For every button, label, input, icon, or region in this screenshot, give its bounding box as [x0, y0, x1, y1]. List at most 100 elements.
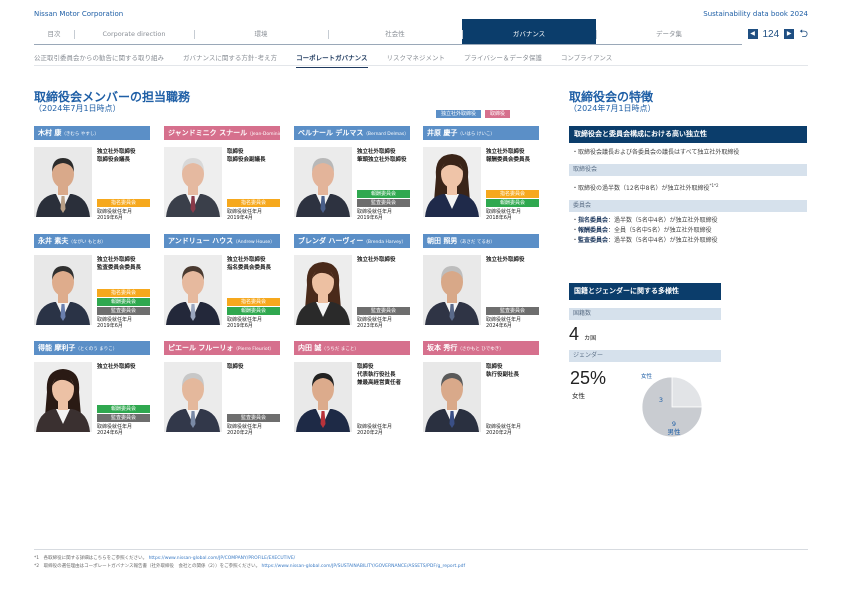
committee-badges: 報酬委員会 監査委員会: [357, 190, 410, 208]
brand-name[interactable]: Nissan Motor Corporation: [34, 10, 123, 18]
independence-section: 取締役会と委員会構成における高い独立性 ・取締役会議長および各委員会の議長はすべ…: [569, 126, 807, 246]
committee-badges: 監査委員会: [486, 307, 539, 316]
committee-badge: 監査委員会: [97, 414, 150, 422]
member-name-bar: 内田 誠（うちだ まこと）: [294, 341, 410, 355]
member-card[interactable]: ジャンドミニク スナール（Jean-Dominique Senard） 取締役取締…: [164, 126, 280, 222]
member-role: 代表執行役社長: [357, 372, 396, 378]
member-name-bar: ジャンドミニク スナール（Jean-Dominique Senard）: [164, 126, 280, 140]
member-photo: [423, 255, 481, 325]
main-tab[interactable]: Corporate direction: [74, 23, 194, 44]
committee-desc: ：過半数（5名中4名）が独立社外取締役: [608, 237, 718, 244]
sub-nav-divider: [34, 65, 808, 66]
committee-badges: 指名委員会: [97, 199, 150, 208]
footnote-text: *2 取締役の選任理由はコーポレートガバナンス報告書（社外取締役 会社との関係（…: [34, 564, 261, 569]
member-role: 独立社外取締役: [486, 257, 525, 263]
member-role: 兼最高経営責任者: [357, 380, 402, 386]
portrait-photo: [423, 362, 481, 432]
main-tab[interactable]: データ集: [596, 23, 742, 44]
member-roles: 独立社外取締役 筆頭独立社外取締役: [357, 148, 407, 164]
member-name-reading: （うちだ まこと）: [321, 347, 359, 352]
member-name: 坂本 秀行: [427, 344, 458, 352]
member-card[interactable]: 内田 誠（うちだ まこと） 取締役 代表執行役社長 兼最高経営責任者 取締役就任年月 20…: [294, 341, 410, 437]
appointment-date: 取締役就任年月 2019年6月: [357, 209, 392, 221]
member-photo: [34, 147, 92, 217]
committee-badge: 監査委員会: [97, 307, 150, 315]
portrait-photo: [34, 147, 92, 217]
committee-badges: 指名委員会 報酬委員会: [486, 190, 539, 208]
member-name-reading: （さかもと ひでゆき）: [457, 347, 504, 352]
footnote-link[interactable]: https://www.nissan-global.com/JP/COMPANY…: [149, 556, 296, 561]
member-card[interactable]: 永井 素夫（ながい もとお） 独立社外取締役 監査委員会委員長 指名委員会 報酬委員会監…: [34, 234, 150, 330]
appointment-date: 取締役就任年月 2019年6月: [97, 317, 132, 329]
committee-badges: 監査委員会: [357, 307, 410, 316]
back-icon[interactable]: ⮌: [799, 25, 808, 44]
committee-badge: 指名委員会: [227, 199, 280, 207]
footnote-text: *1 各取締役に関する詳細はこちらをご参照ください。: [34, 556, 148, 561]
main-tab[interactable]: 環境: [194, 23, 328, 44]
member-card[interactable]: 坂本 秀行（さかもと ひでゆき） 取締役 執行役副社長 取締役就任年月 2020年2月: [423, 341, 539, 437]
footnote-line: *2 取締役の選任理由はコーポレートガバナンス報告書（社外取締役 会社との関係（…: [34, 563, 465, 569]
main-tab[interactable]: ガバナンス: [462, 19, 596, 44]
member-card[interactable]: ブレンダ ハーヴィー（Brenda Harvey） 独立社外取締役 監査委員会 取締役…: [294, 234, 410, 330]
appointment-date: 取締役就任年月 2024年6月: [97, 424, 132, 436]
committee-badges: 指名委員会 報酬委員会 監査委員会: [97, 289, 150, 316]
appointment-line: 2019年6月: [357, 215, 383, 221]
member-photo: [294, 147, 352, 217]
member-card[interactable]: 得能 摩利子（とくのう まりこ） 独立社外取締役 報酬委員会 監査委員会 取締役就任年月…: [34, 341, 150, 437]
next-page-button[interactable]: ▶: [784, 29, 795, 39]
committee-name: 報酬委員会: [578, 227, 609, 234]
member-name: 内田 誠: [298, 344, 322, 352]
member-roles: 取締役: [227, 363, 244, 371]
nationality-label: 国籍数: [569, 308, 721, 320]
member-card[interactable]: アンドリュー ハウス（Andrew House） 独立社外取締役 指名委員会委員長指…: [164, 234, 280, 330]
committee-badge: 指名委員会: [227, 298, 280, 306]
portrait-photo: [294, 147, 352, 217]
member-card[interactable]: 朝田 照男（あさだ てるお） 独立社外取締役 監査委員会 取締役就任年月 2024年6月: [423, 234, 539, 330]
member-name-bar: 井原 慶子（いはら けいこ）: [423, 126, 539, 140]
independence-text: ・取締役会議長および各委員会の議長はすべて独立社外取締役: [572, 149, 740, 156]
committee-badge: 報酬委員会: [227, 307, 280, 315]
member-name: ピエール フルーリォ: [168, 344, 234, 352]
nationality-value-row: 4 カ国: [569, 324, 807, 346]
appointment-date: 取締役就任年月 2019年6月: [227, 317, 262, 329]
appointment-line: 2023年6月: [357, 323, 383, 329]
member-card[interactable]: ベルナール デルマス（Bernard Delmas） 独立社外取締役 筆頭独立社外取…: [294, 126, 410, 222]
member-role: 執行役副社長: [486, 372, 520, 378]
member-name: アンドリュー ハウス: [168, 237, 234, 245]
nationality-unit: カ国: [584, 335, 597, 342]
member-name-bar: ブレンダ ハーヴィー（Brenda Harvey）: [294, 234, 410, 248]
footnote-link[interactable]: https://www.nissan-global.com/JP/SUSTAIN…: [262, 564, 466, 569]
committee-desc: ：全員（5名中5名）が独立社外取締役: [608, 227, 712, 234]
member-role: 独立社外取締役: [227, 257, 266, 263]
member-card[interactable]: ピエール フルーリォ（Pierre Fleuriot） 取締役 監査委員会 取締役就任…: [164, 341, 280, 437]
main-tab[interactable]: 社会性: [328, 23, 462, 44]
nationality-value: 4: [569, 324, 580, 344]
member-name-bar: 木村 康（きむら やすし）: [34, 126, 150, 140]
diversity-section: 国籍とジェンダーに関する多様性 国籍数 4 カ国 ジェンダー 25% 女性 女性…: [569, 283, 807, 442]
member-role: 独立社外取締役: [357, 149, 396, 155]
board-features-subtitle: （2024年7月1日時点）: [569, 104, 656, 113]
appointment-line: 2019年6月: [97, 323, 123, 329]
member-name-reading: （Pierre Fleuriot）: [233, 347, 274, 352]
appointment-date: 取締役就任年月 2020年2月: [227, 424, 262, 436]
committee-name: 監査委員会: [578, 237, 609, 244]
appointment-line: 2024年6月: [486, 323, 512, 329]
member-photo: [164, 255, 222, 325]
committee-badges: 指名委員会: [227, 199, 280, 208]
committee-row: ・指名委員会：過半数（5名中4名）が独立社外取締役: [572, 217, 718, 224]
pie-female-value: 3: [659, 396, 663, 404]
member-role: 取締役: [227, 149, 244, 155]
prev-page-button[interactable]: ◀: [747, 29, 758, 39]
main-tab[interactable]: 目次: [34, 23, 74, 44]
main-nav: 目次 Corporate direction 環境 社会性 ガバナンス データ集 ◀ 12…: [34, 19, 808, 45]
portrait-photo: [423, 147, 481, 217]
member-roles: 独立社外取締役: [486, 256, 525, 264]
committee-row: ・報酬委員会：全員（5名中5名）が独立社外取締役: [572, 227, 712, 234]
member-card[interactable]: 木村 康（きむら やすし） 独立社外取締役 取締役会議長 指名委員会 取締役就任年月 20…: [34, 126, 150, 222]
committee-name: 指名委員会: [578, 217, 609, 224]
member-role: 取締役: [227, 364, 244, 370]
portrait-photo: [34, 362, 92, 432]
member-name: 得能 摩利子: [38, 344, 76, 352]
member-card[interactable]: 井原 慶子（いはら けいこ） 独立社外取締役 報酬委員会委員長 指名委員会 報酬委員会取…: [423, 126, 539, 222]
board-label: 取締役会: [569, 164, 807, 176]
